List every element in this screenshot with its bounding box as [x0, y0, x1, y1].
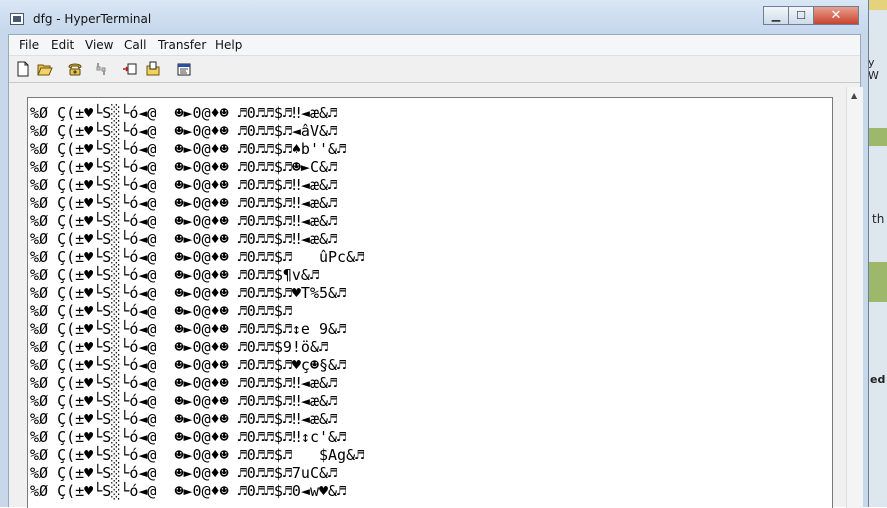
window-title: dfg - HyperTerminal	[33, 12, 152, 26]
menu-transfer[interactable]: Transfer	[158, 38, 206, 52]
desktop-window-edge	[866, 0, 887, 10]
menu-help[interactable]: Help	[215, 38, 242, 52]
menu-call[interactable]: Call	[124, 38, 146, 52]
menu-bar: File Edit View Call Transfer Help	[9, 35, 860, 56]
terminal-line: %Ø Ç(±♥└S░└ó◄@ ☻►0@♦☻ ♬0♬♬$♬↕e 9&♬	[30, 320, 347, 338]
disconnect-icon[interactable]	[93, 61, 109, 77]
menu-edit[interactable]: Edit	[51, 38, 74, 52]
desktop-text-fragment: th	[872, 212, 885, 226]
terminal-line: %Ø Ç(±♥└S░└ó◄@ ☻►0@♦☻ ♬0♬♬$♬☻►C&♬	[30, 158, 338, 176]
terminal-line: %Ø Ç(±♥└S░└ó◄@ ☻►0@♦☻ ♬0♬♬$♬‼◄æ&♬	[30, 410, 338, 428]
close-icon: ✕	[830, 8, 842, 23]
terminal-line: %Ø Ç(±♥└S░└ó◄@ ☻►0@♦☻ ♬0♬♬$♬‼◄æ&♬	[30, 230, 338, 248]
desktop-window-edge	[866, 128, 887, 146]
terminal-line: %Ø Ç(±♥└S░└ó◄@ ☻►0@♦☻ ♬0♬♬$♬‼◄æ&♬	[30, 374, 338, 392]
menu-view[interactable]: View	[85, 38, 113, 52]
client-area: File Edit View Call Transfer Help %Ø Ç(±…	[8, 34, 863, 508]
terminal-line: %Ø Ç(±♥└S░└ó◄@ ☻►0@♦☻ ♬0♬♬$¶v&♬	[30, 266, 319, 284]
terminal-line: %Ø Ç(±♥└S░└ó◄@ ☻►0@♦☻ ♬0♬♬$9!ö&♬	[30, 338, 329, 356]
terminal-line: %Ø Ç(±♥└S░└ó◄@ ☻►0@♦☻ ♬0♬♬$♬♥T%5&♬	[30, 284, 347, 302]
terminal-line: %Ø Ç(±♥└S░└ó◄@ ☻►0@♦☻ ♬0♬♬$♬ ûPc&♬	[30, 248, 365, 266]
properties-icon[interactable]	[176, 61, 192, 77]
scroll-up-icon[interactable]: ▲	[851, 91, 857, 100]
menu-file[interactable]: File	[19, 38, 39, 52]
receive-file-icon[interactable]	[145, 61, 161, 77]
open-folder-icon[interactable]	[37, 61, 53, 77]
new-document-icon[interactable]	[15, 61, 31, 77]
caption-buttons: ▁ ☐ ✕	[763, 6, 859, 26]
terminal-line: %Ø Ç(±♥└S░└ó◄@ ☻►0@♦☻ ♬0♬♬$♬‼↕c'&♬	[30, 428, 347, 446]
vertical-scrollbar[interactable]: ▲	[846, 87, 863, 508]
terminal-line: %Ø Ç(±♥└S░└ó◄@ ☻►0@♦☻ ♬0♬♬$♬♠b''&♬	[30, 140, 347, 158]
terminal-output: %Ø Ç(±♥└S░└ó◄@ ☻►0@♦☻ ♬0♬♬$♬‼◄æ&♬ %Ø Ç(±♥…	[30, 104, 364, 500]
close-button[interactable]: ✕	[813, 6, 859, 25]
minimize-button[interactable]: ▁	[763, 6, 789, 25]
desktop-window-edge	[866, 262, 887, 302]
terminal-line: %Ø Ç(±♥└S░└ó◄@ ☻►0@♦☻ ♬0♬♬$♬◄âV&♬	[30, 122, 338, 140]
terminal-line: %Ø Ç(±♥└S░└ó◄@ ☻►0@♦☻ ♬0♬♬$♬‼◄æ&♬	[30, 194, 338, 212]
desktop-text-fragment: y W	[868, 56, 879, 82]
hyperterminal-app-icon[interactable]	[10, 13, 24, 25]
maximize-icon: ☐	[796, 9, 806, 22]
terminal-screen[interactable]: %Ø Ç(±♥└S░└ó◄@ ☻►0@♦☻ ♬0♬♬$♬‼◄æ&♬ %Ø Ç(±♥…	[27, 97, 833, 508]
terminal-line: %Ø Ç(±♥└S░└ó◄@ ☻►0@♦☻ ♬0♬♬$♬7uC&♬	[30, 464, 338, 482]
toolbar	[9, 56, 860, 83]
desktop-text-fragment: ed	[870, 373, 886, 386]
minimize-icon: ▁	[771, 9, 781, 22]
phone-call-icon[interactable]	[67, 61, 83, 77]
title-bar[interactable]: dfg - HyperTerminal ▁ ☐ ✕	[0, 0, 868, 34]
terminal-line: %Ø Ç(±♥└S░└ó◄@ ☻►0@♦☻ ♬0♬♬$♬0◄w♥&♬	[30, 482, 347, 500]
terminal-line: %Ø Ç(±♥└S░└ó◄@ ☻►0@♦☻ ♬0♬♬$♬‼◄æ&♬	[30, 212, 338, 230]
send-file-icon[interactable]	[122, 61, 138, 77]
terminal-line: %Ø Ç(±♥└S░└ó◄@ ☻►0@♦☻ ♬0♬♬$♬‼◄æ&♬	[30, 176, 338, 194]
maximize-button[interactable]: ☐	[788, 6, 814, 25]
desktop-background: y W th ed	[866, 0, 887, 507]
terminal-line: %Ø Ç(±♥└S░└ó◄@ ☻►0@♦☻ ♬0♬♬$♬ $Ag&♬	[30, 446, 365, 464]
hyperterminal-window: dfg - HyperTerminal ▁ ☐ ✕ File Edit View…	[0, 0, 869, 508]
terminal-line: %Ø Ç(±♥└S░└ó◄@ ☻►0@♦☻ ♬0♬♬$♬‼◄æ&♬	[30, 392, 338, 410]
terminal-line: %Ø Ç(±♥└S░└ó◄@ ☻►0@♦☻ ♬0♬♬$♬♥ç☻§&♬	[30, 356, 347, 374]
terminal-line: %Ø Ç(±♥└S░└ó◄@ ☻►0@♦☻ ♬0♬♬$♬	[30, 302, 292, 320]
terminal-line: %Ø Ç(±♥└S░└ó◄@ ☻►0@♦☻ ♬0♬♬$♬‼◄æ&♬	[30, 104, 338, 122]
